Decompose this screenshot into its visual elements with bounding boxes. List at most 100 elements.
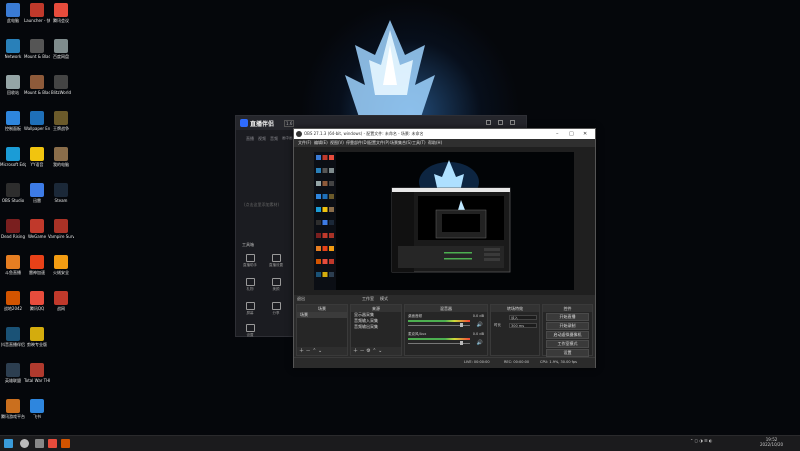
desktop-icon[interactable]: YY语音 [24,147,50,167]
tool-gift[interactable]: 礼物 [240,278,260,292]
obs-preview-area[interactable] [294,147,595,295]
menu-item[interactable]: 工具(T) [412,140,426,146]
remove-icon[interactable]: － [360,348,365,354]
tab-audio[interactable]: 音频 [270,136,278,142]
tool-share[interactable]: 分享 [266,302,286,316]
desktop-icon[interactable]: 此电脑 [0,3,26,23]
desktop-icon[interactable]: Total War THREE KI... [24,363,50,383]
obs-canvas[interactable] [314,152,574,290]
desktop-icon[interactable]: 控制面板 [0,111,26,131]
desktop-icon[interactable]: 腾讯QQ [24,291,50,311]
add-icon[interactable]: ＋ [353,348,358,354]
desktop-icon[interactable]: Wallpaper Engine [24,111,50,131]
virtual-camera-button[interactable]: 启动虚拟摄像机 [546,331,589,339]
desktop-icon[interactable]: Mount & Blade ... [24,75,50,95]
app-icon [30,75,44,89]
wegame-taskbar-icon[interactable] [61,439,70,448]
desktop-icon[interactable]: 腾讯会议 [48,3,74,23]
captured-desktop-icon [316,207,321,212]
add-icon[interactable]: ＋ [299,348,304,354]
transition-duration-field[interactable]: 时长 300 ms [494,323,539,328]
move-down-icon[interactable]: ⌄ [378,348,382,354]
desktop-icon[interactable]: Steam [48,183,74,203]
minimize-icon[interactable]: – [556,131,559,137]
captured-desktop-icon [329,181,334,186]
obs-titlebar[interactable]: OBS 27.1.3 (64-bit, windows) - 配置文件: 未命名… [294,129,595,139]
studio-mode-toggle[interactable]: 工作室 [362,296,374,302]
start-streaming-button[interactable]: 开始直播 [546,313,589,321]
start-recording-button[interactable]: 开始录制 [546,322,589,330]
remove-icon[interactable]: － [306,348,311,354]
desktop-icon[interactable]: Mount & Blade II ... [24,39,50,59]
settings-button[interactable]: 设置 [546,349,589,357]
windows-start-icon[interactable] [4,439,13,448]
close-icon[interactable]: ✕ [583,131,587,137]
avatar[interactable] [486,120,491,125]
desktop-icon[interactable]: WeGame [24,219,50,239]
menu-item[interactable]: 帮助(H) [428,140,442,146]
desktop-icon[interactable]: 斗鱼直播 [0,255,26,275]
gear-icon[interactable]: ⚙ [366,348,370,354]
menu-item[interactable]: 场景集合(S) [390,140,412,146]
move-down-icon[interactable]: ⌄ [318,348,322,354]
close-icon[interactable] [510,120,515,125]
tray-icons[interactable]: ⌃ ◻ ◑ ☰ ◐ [690,438,712,443]
desktop-icon[interactable]: 火绒安全 [48,255,74,275]
desktop-icon[interactable]: 战网 [48,291,74,311]
tool-assistant[interactable]: 直播助手 [240,254,260,268]
speaker-icon[interactable]: 🔊 [477,340,483,346]
transition-type-select[interactable]: 淡入 [494,315,539,320]
desktop-icon[interactable]: 抖音直播伴侣 [0,327,26,347]
obs-taskbar-icon[interactable] [35,439,44,448]
source-item[interactable]: 音频输出采集 [351,324,401,330]
desktop-icon[interactable]: Network [0,39,26,59]
desktop-icon[interactable]: 飞书 [24,399,50,419]
tool-screen[interactable]: 屏幕 [240,302,260,316]
tool-beauty[interactable]: 美颜 [266,278,286,292]
scene-item[interactable]: 场景 [297,312,347,318]
add-material-tip[interactable]: (点击这里添加素材) [244,202,279,208]
desktop-icon[interactable]: Dead Rising [0,219,26,239]
desktop-icon-label: Mount & Blade II ... [24,54,50,59]
desktop-icon[interactable]: 战地2042 [0,291,26,311]
menu-item[interactable]: 视图(V) [330,140,344,146]
speaker-icon[interactable]: 🔊 [477,322,483,328]
desktop-icon[interactable]: BlitzWorld [48,75,74,95]
tab-pip[interactable]: 画中画 [282,136,293,141]
desktop-icon[interactable]: 雷神加速 [24,255,50,275]
douyin-taskbar-icon[interactable] [48,439,57,448]
desktop-icon[interactable]: OBS Studio [0,183,26,203]
desktop-icon[interactable]: Vampire Survivors [48,219,74,239]
desktop-icon[interactable]: 王牌战争 [48,111,74,131]
desktop-icon[interactable]: 回收站 [0,75,26,95]
move-up-icon[interactable]: ⌃ [312,348,316,354]
clock[interactable]: 19:52 2022/10/20 [760,437,783,447]
desktop-icon[interactable]: 腾讯游戏平台 [0,399,26,419]
studio-mode-button[interactable]: 工作室模式 [546,340,589,348]
tab-live[interactable]: 直播 [246,136,254,142]
menu-item[interactable]: 编辑(E) [314,140,328,146]
desktop-icon[interactable]: 剪映专业版 [24,327,50,347]
desktop-icon[interactable]: 迅雷 [24,183,50,203]
menu-item[interactable]: 文件(F) [298,140,311,146]
desktop-icon-label: Mount & Blade ... [24,90,50,95]
tool-settings[interactable]: 直播设置 [266,254,286,268]
menu-item[interactable]: 配置文件(P) [368,140,390,146]
obs-window: OBS 27.1.3 (64-bit, windows) - 配置文件: 未命名… [293,128,596,368]
move-up-icon[interactable]: ⌃ [372,348,376,354]
desktop-icon[interactable]: 百度网盘 [48,39,74,59]
captured-desktop-icon [322,272,328,277]
mode-toggle[interactable]: 模式 [380,296,388,302]
volume-slider-handle[interactable] [459,323,463,327]
search-icon[interactable] [20,439,29,448]
tool-config[interactable]: 设置 [240,324,260,338]
desktop-icon[interactable]: Microsoft Edge [0,147,26,167]
desktop-icon[interactable]: 我的电脑 [48,147,74,167]
menu-item[interactable]: 停靠部件(D) [346,140,368,146]
volume-slider-handle[interactable] [459,341,463,345]
minimize-icon[interactable] [498,120,503,125]
tab-video[interactable]: 视频 [258,136,266,142]
desktop-icon[interactable]: 英雄联盟 [0,363,26,383]
desktop-icon[interactable]: Launcher - 快捷方式 [24,3,50,23]
maximize-icon[interactable]: □ [569,131,574,137]
